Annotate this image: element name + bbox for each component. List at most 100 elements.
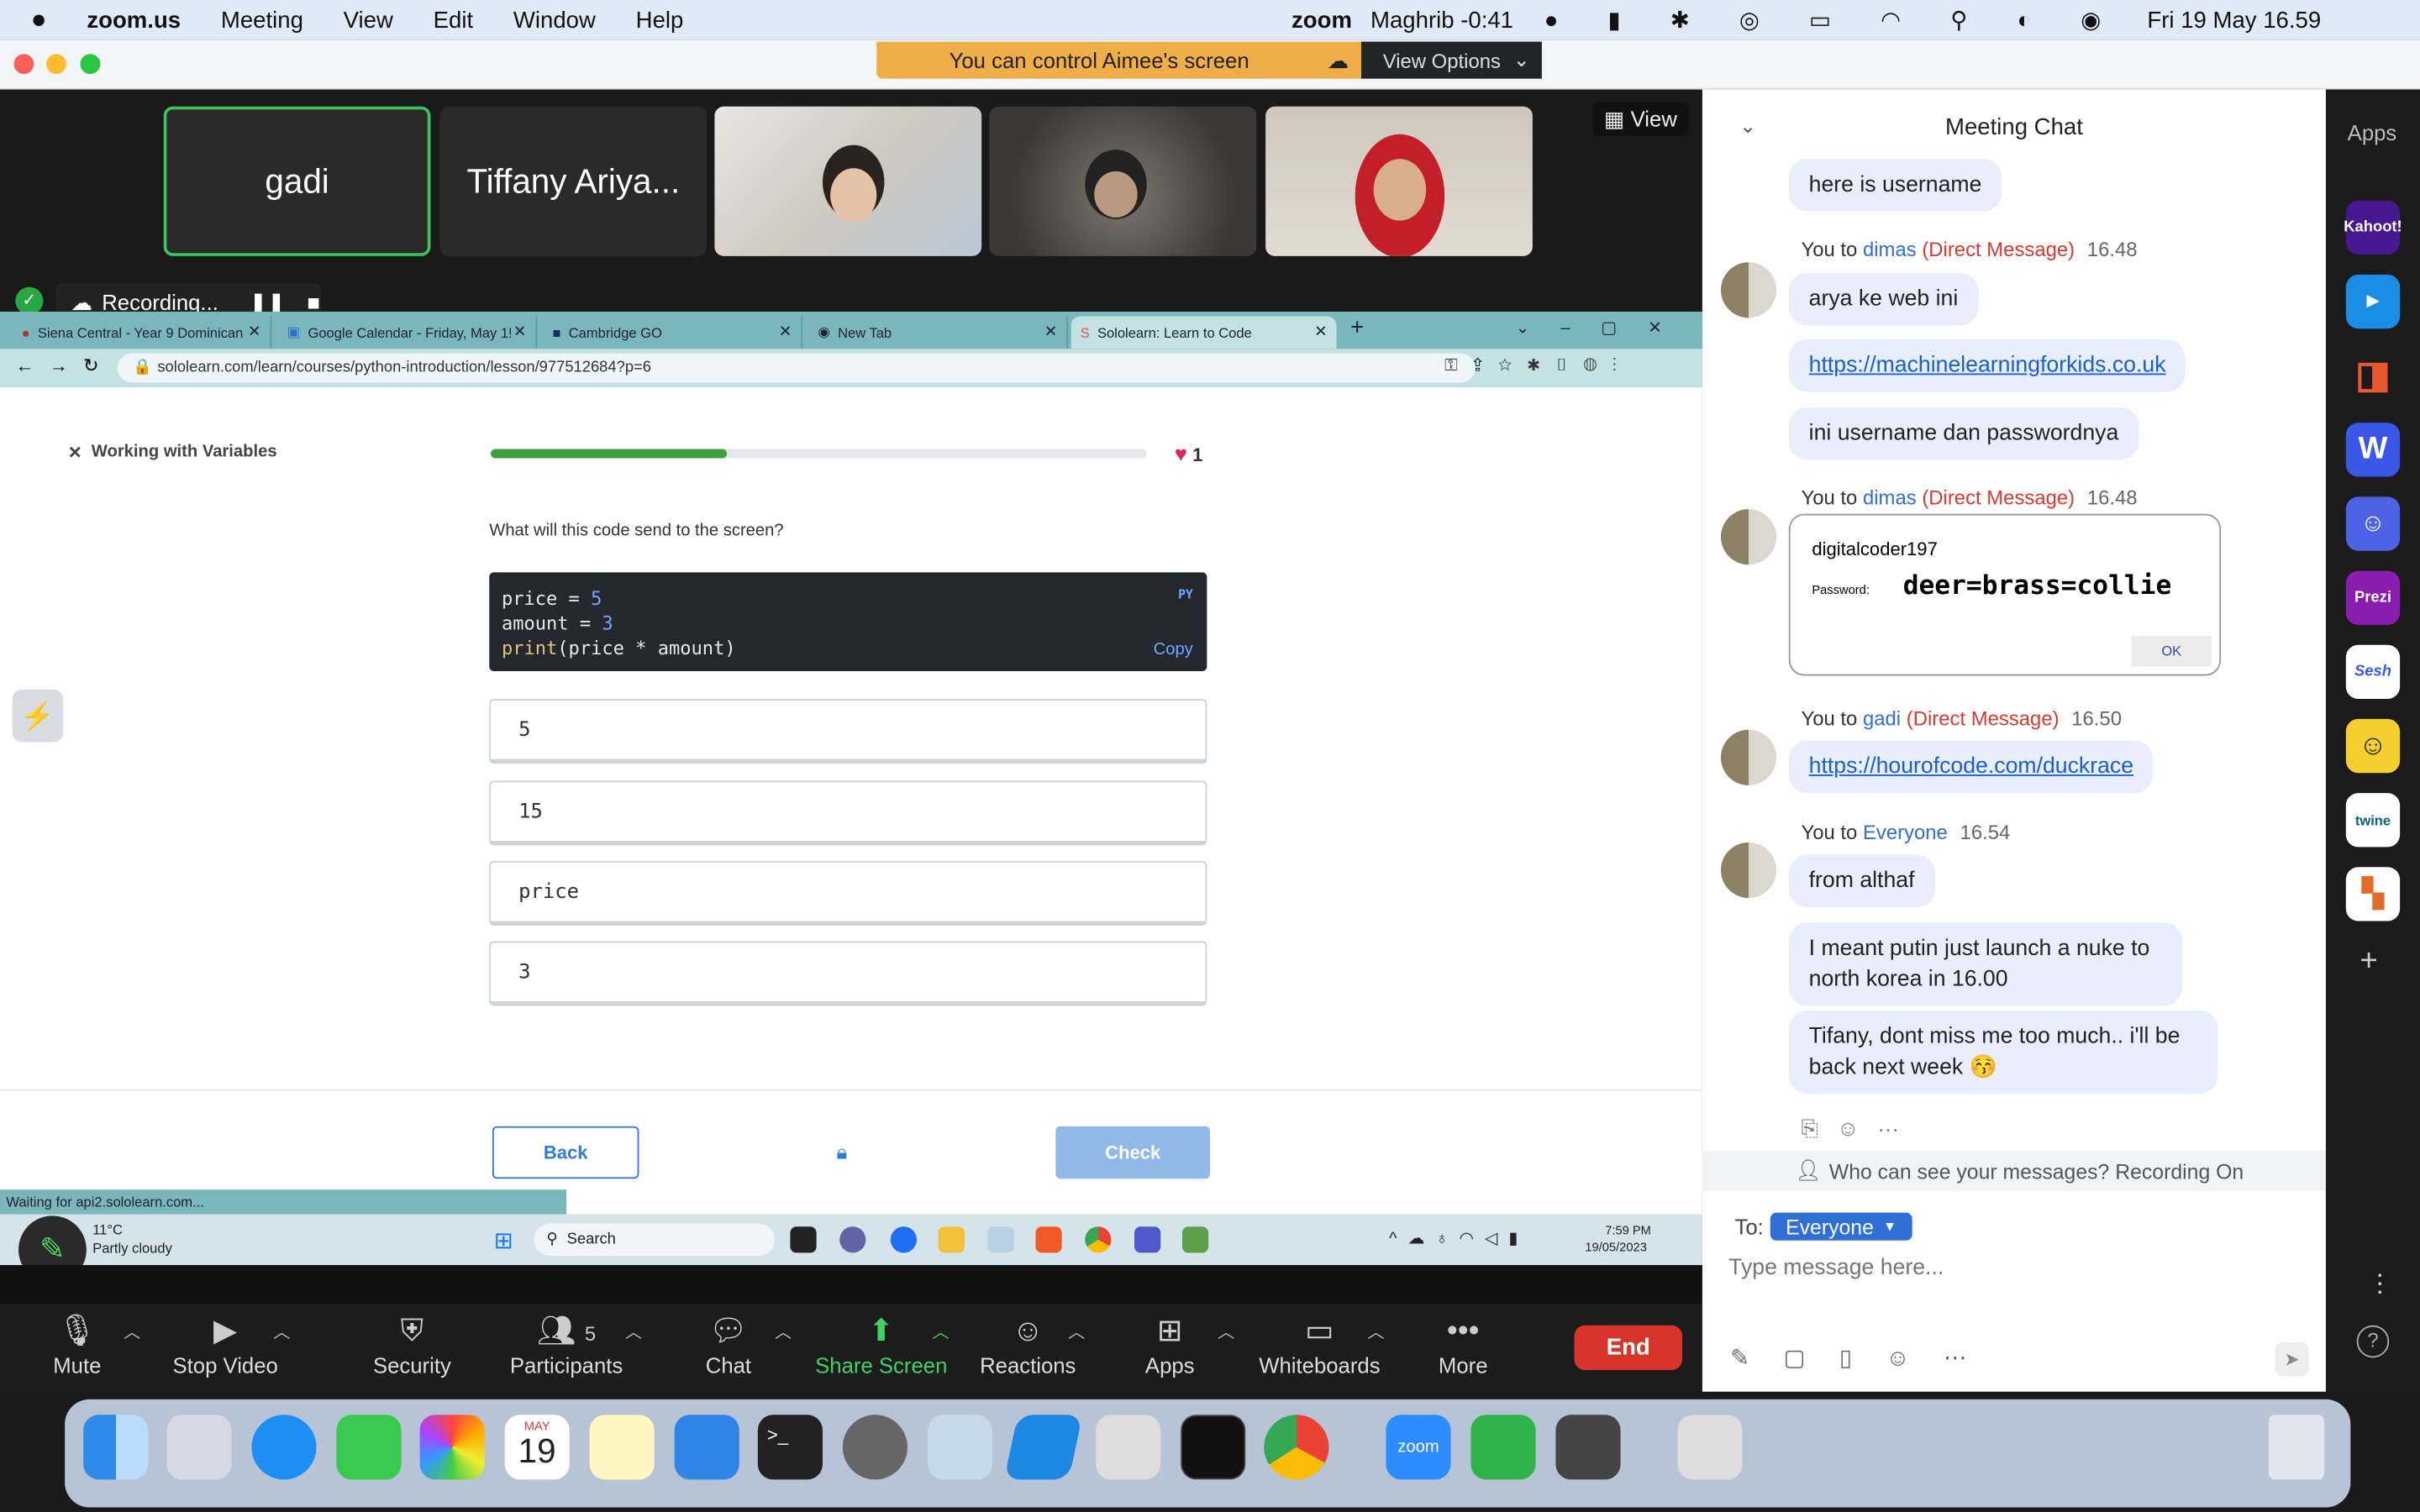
safari-icon[interactable] [251,1415,317,1480]
reactions-options-caret[interactable]: ︿ [1068,1319,1085,1343]
chat-message-input[interactable] [1728,1251,2300,1286]
sesh-app[interactable]: Sesh [2345,644,2401,700]
prezi-app[interactable]: Prezi [2345,570,2401,625]
document-thumbnail[interactable] [1677,1415,1743,1480]
taskbar-app-icon[interactable] [790,1226,817,1253]
apple-icon[interactable]: ● [31,5,47,36]
app-icon[interactable]: ◨ [2345,349,2401,403]
chrome-icon[interactable] [1264,1415,1329,1480]
chat-link[interactable]: https://machinelearningforkids.co.uk [1788,339,2186,392]
taskbar-app-icon[interactable] [987,1226,1014,1253]
zoom-window-button[interactable] [80,54,101,75]
chat-image-credentials[interactable]: digitalcoder197 Password: deer=brass=col… [1788,513,2222,676]
end-meeting-button[interactable]: End [1574,1325,1683,1371]
menu-edit[interactable]: Edit [434,7,473,33]
more-button[interactable]: ••• More [1386,1311,1540,1378]
chat-link[interactable]: https://hourofcode.com/duckrace [1788,740,2154,794]
participant-tile-tiffany[interactable]: Tiffany Ariya... [439,106,708,256]
security-button[interactable]: ⛨ Security [335,1311,490,1378]
menu-meeting[interactable]: Meeting [221,7,303,33]
file-explorer-icon[interactable] [938,1226,965,1253]
back-button[interactable]: Back [492,1126,639,1179]
system-settings-icon[interactable] [842,1415,908,1480]
chrome-icon[interactable] [1085,1226,1112,1253]
terminal-icon[interactable]: >_ [757,1415,823,1480]
taskbar-time[interactable]: 7:59 PM [1605,1224,1651,1238]
app-icon[interactable]: ▶ [2345,274,2401,329]
participant-video[interactable] [714,106,982,256]
status-icons[interactable]: ● ▮ ✱ ◎ ▭ ◠ ⚲ ◐ ◉ [1544,6,2123,34]
minimize-window-button[interactable] [46,54,66,75]
menu-view[interactable]: View [344,7,393,33]
answer-option[interactable]: 5 [489,699,1207,764]
activity-monitor-icon[interactable] [1181,1415,1246,1480]
messages-icon[interactable] [336,1415,402,1480]
window-controls[interactable]: ⌄–▢✕ [1516,318,1693,338]
tab-siena[interactable]: ● Siena Central - Year 9 Dominican ✕ [13,316,272,349]
preview-icon[interactable] [927,1415,993,1480]
weather-temp[interactable]: 11°C [92,1222,123,1237]
menu-window[interactable]: Window [513,7,596,33]
menu-help[interactable]: Help [636,7,684,33]
close-lesson-icon[interactable]: ✕ [68,443,82,463]
zoom-annotate-icon[interactable]: ⚡ [12,690,64,743]
view-button[interactable]: ▦ View [1592,102,1689,136]
trash-icon[interactable] [2269,1415,2325,1480]
system-tray-icons[interactable]: ^☁♁◠◁▮ [1389,1228,1528,1248]
windows-start-icon[interactable]: ⊞ [494,1226,513,1254]
taskbar-date[interactable]: 19/05/2023 [1585,1241,1647,1255]
launchpad-icon[interactable] [166,1415,232,1480]
zoom-status-logo[interactable]: zoom [1292,7,1352,33]
participant-video[interactable] [1265,106,1533,256]
taskbar-app-icon[interactable] [1181,1226,1209,1253]
close-tab-icon[interactable]: ✕ [1314,324,1327,341]
copy-code-button[interactable]: Copy [1154,638,1193,662]
more-vertical-icon[interactable]: ⋮ [2368,1268,2392,1299]
share-options-caret[interactable]: ︿ [932,1319,949,1343]
brave-icon[interactable] [1035,1226,1062,1253]
participants-button[interactable]: 👥︎ 5 Participants [489,1311,644,1378]
send-icon[interactable]: ➤ [2275,1341,2309,1377]
view-options-button[interactable]: View Options ⌄ [1361,41,1542,79]
prayer-time[interactable]: Maghrib -0:41 [1370,7,1513,33]
finder-icon[interactable] [83,1415,149,1480]
tab-cambridge[interactable]: ■ Cambridge GO ✕ [544,316,803,349]
address-bar[interactable]: 🔒 sololearn.com/learn/courses/python-intr… [117,353,1476,383]
message-actions[interactable]: ⎘☺⋯ [1801,1116,1918,1142]
teams-icon[interactable] [1134,1226,1161,1253]
keychain-icon[interactable] [1555,1415,1621,1480]
twine-app[interactable]: twine [2345,793,2401,848]
close-tab-icon[interactable]: ✕ [779,324,792,341]
chat-options-caret[interactable]: ︿ [775,1319,792,1343]
app-icon[interactable]: ☺ [2345,718,2401,774]
keynote-icon[interactable] [674,1415,739,1480]
nav-buttons[interactable]: ←→↻ [15,354,114,376]
taskbar-app-icon[interactable] [839,1226,866,1253]
mute-options-caret[interactable]: ︿ [124,1319,140,1343]
new-tab-icon[interactable]: + [1350,315,1364,341]
clock[interactable]: Fri 19 May 16.59 [2147,7,2321,33]
close-tab-icon[interactable]: ✕ [1044,324,1057,341]
chat-visibility-notice[interactable]: 👤︎ Who can see your messages? Recording O… [1702,1151,2326,1191]
add-app-icon[interactable]: + [2360,944,2377,979]
help-icon[interactable]: ? [2356,1325,2390,1358]
check-button[interactable]: Check [1055,1126,1211,1179]
app-icon[interactable]: W [2345,423,2401,477]
close-tab-icon[interactable]: ✕ [513,324,526,341]
whiteboards-options-caret[interactable]: ︿ [1367,1319,1384,1343]
answer-option[interactable]: 3 [489,941,1207,1006]
kahoot-app[interactable]: Kahoot! [2344,200,2402,255]
numbers-icon[interactable] [1470,1415,1536,1480]
app-icon[interactable] [1096,1415,1161,1480]
participant-video[interactable] [989,106,1257,256]
participants-options-caret[interactable]: ︿ [625,1319,642,1343]
photos-icon[interactable] [419,1415,485,1480]
answer-option[interactable]: price [489,860,1207,927]
answer-option[interactable]: 15 [489,780,1207,846]
recipient-dropdown[interactable]: Everyone ▼ [1770,1212,1912,1241]
tab-sololearn[interactable]: S Sololearn: Learn to Code ✕ [1071,316,1337,349]
weather-text[interactable]: Partly cloudy [92,1241,172,1256]
taskbar-zoom-icon[interactable] [890,1226,918,1253]
app-icon[interactable]: ▚ [2345,867,2401,921]
close-tab-icon[interactable]: ✕ [248,324,260,341]
